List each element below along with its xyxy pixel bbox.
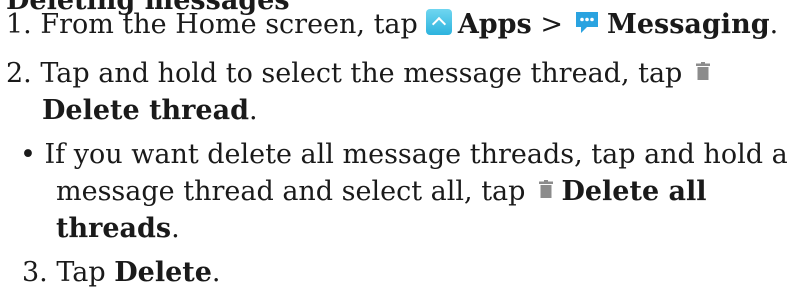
messaging-label: Messaging (606, 9, 770, 40)
trash-icon (539, 179, 554, 198)
bullet-line-2-text: message thread and select all, tap (56, 176, 526, 207)
messaging-icon (575, 11, 598, 33)
bullet-line-3: threads. (56, 212, 180, 246)
step-1: 1. From the Home screen, tap Apps > Messa… (6, 8, 778, 42)
bullet-line-2: message thread and select all, tap Delet… (56, 175, 707, 209)
delete-label: Delete (114, 257, 212, 288)
delete-thread-label: Delete thread (42, 95, 249, 126)
step-2-continued: Delete thread. (42, 94, 258, 128)
delete-all-label: Delete all (561, 176, 707, 207)
step-3: 3. Tap Delete. (22, 256, 221, 290)
step-3-text: 3. Tap (22, 257, 115, 288)
trash-icon (696, 61, 711, 80)
apps-chevron-icon (425, 8, 452, 35)
apps-label: Apps (457, 9, 532, 40)
bullet-line-1: • If you want delete all message threads… (20, 139, 788, 170)
step-2-text: 2. Tap and hold to select the message th… (6, 58, 683, 89)
step-2: 2. Tap and hold to select the message th… (6, 57, 718, 91)
step-2-end: . (248, 95, 258, 126)
step-1-text: 1. From the Home screen, tap (6, 9, 418, 40)
step-3-end: . (211, 257, 221, 288)
step-1-separator: > (531, 9, 563, 40)
threads-label: threads (56, 213, 172, 244)
bullet-end: . (171, 213, 180, 244)
step-1-end: . (769, 9, 779, 40)
